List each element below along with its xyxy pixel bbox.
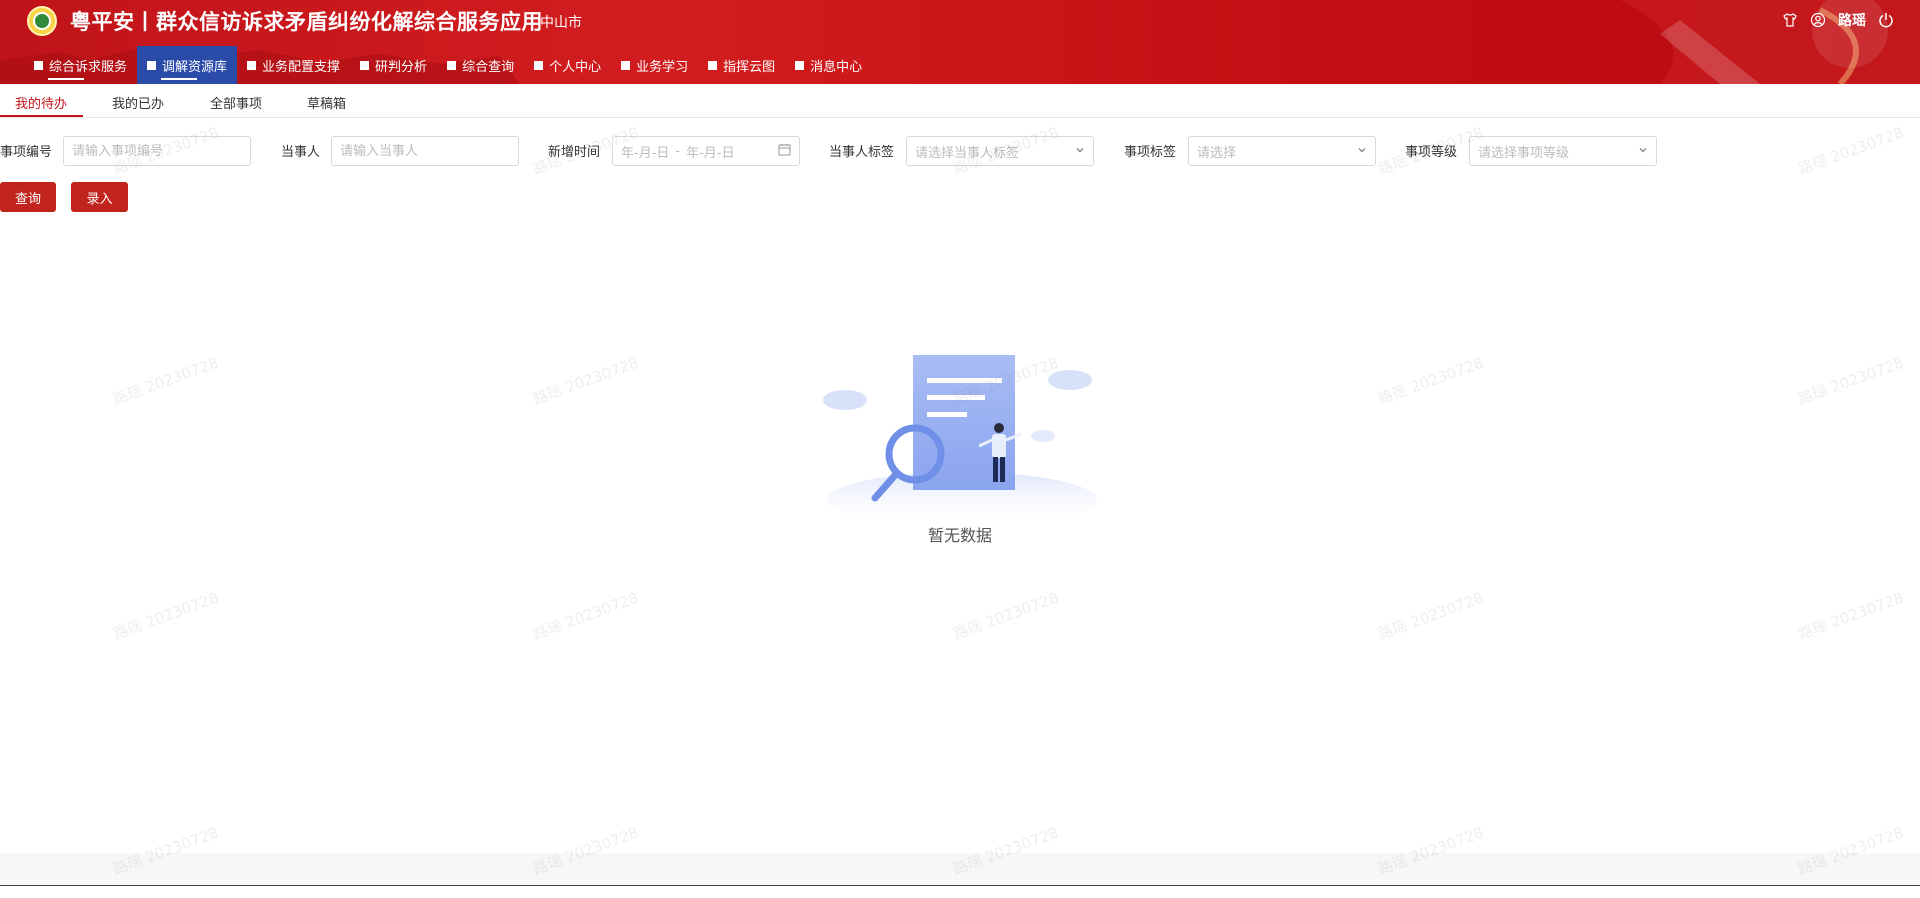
shirt-icon[interactable]	[1782, 12, 1798, 28]
city-label: 中山市	[540, 15, 582, 31]
empty-illustration	[823, 355, 1097, 515]
nav-item-personal-center[interactable]: 个人中心	[524, 46, 611, 84]
chevron-down-icon	[1638, 144, 1648, 159]
nav-item-business-config[interactable]: 业务配置支撑	[237, 46, 350, 84]
query-button[interactable]: 查询	[0, 182, 56, 212]
app-title: 粤平安丨群众信访诉求矛盾纠纷化解综合服务应用	[70, 10, 543, 34]
party-tag-select[interactable]: 请选择当事人标签	[906, 136, 1094, 166]
square-bullet-icon	[534, 60, 544, 70]
square-bullet-icon	[360, 60, 370, 70]
tab-my-todo[interactable]: 我的待办	[15, 93, 67, 112]
item-tag-label: 事项标签	[1124, 145, 1177, 160]
app-header: 粤平安丨群众信访诉求矛盾纠纷化解综合服务应用 中山市 路瑶 综合诉求服务 调解资源…	[0, 0, 1920, 84]
watermark-text: 路瑶 20230728	[1375, 588, 1487, 644]
header-actions: 路瑶	[1782, 10, 1894, 30]
party-tag-label: 当事人标签	[829, 145, 895, 160]
square-bullet-icon	[447, 60, 457, 70]
nav-item-label: 综合查询	[462, 59, 515, 75]
item-no-input[interactable]	[72, 143, 242, 159]
watermark-text: 路瑶 20230728	[110, 353, 222, 409]
nav-item-label: 调解资源库	[162, 59, 228, 75]
calendar-icon[interactable]	[778, 143, 791, 160]
item-no-field[interactable]	[63, 136, 251, 166]
tab-all-items[interactable]: 全部事项	[210, 93, 262, 112]
nav-item-label: 业务配置支撑	[262, 59, 341, 75]
square-bullet-icon	[147, 60, 157, 70]
item-level-placeholder: 请选择事项等级	[1478, 145, 1570, 161]
chevron-down-icon	[1075, 144, 1085, 159]
nav-item-study[interactable]: 业务学习	[611, 46, 698, 84]
active-tab-indicator	[0, 115, 83, 117]
watermark-text: 路瑶 20230728	[1375, 353, 1487, 409]
watermark-text: 路瑶 20230728	[1795, 353, 1907, 409]
item-tag-placeholder: 请选择	[1197, 145, 1237, 161]
nav-item-label: 研判分析	[375, 59, 428, 75]
watermark-text: 路瑶 20230728	[1795, 123, 1907, 179]
tab-drafts[interactable]: 草稿箱	[307, 93, 346, 112]
watermark-text: 路瑶 20230728	[1795, 588, 1907, 644]
main-nav: 综合诉求服务 调解资源库 业务配置支撑 研判分析 综合查询 个人中心 业务学习 指挥云图 消息中…	[24, 46, 872, 84]
power-icon[interactable]	[1878, 12, 1894, 28]
nav-item-label: 综合诉求服务	[49, 59, 128, 75]
nav-item-query[interactable]: 综合查询	[437, 46, 524, 84]
nav-item-mediation-resources[interactable]: 调解资源库	[137, 46, 238, 84]
sub-tabs: 我的待办 我的已办 全部事项 草稿箱	[0, 84, 1920, 118]
item-no-label: 事项编号	[0, 145, 53, 160]
item-level-label: 事项等级	[1405, 145, 1458, 160]
item-tag-select[interactable]: 请选择	[1188, 136, 1376, 166]
party-field[interactable]	[331, 136, 519, 166]
nav-item-complaint-service[interactable]: 综合诉求服务	[24, 46, 137, 84]
nav-item-analysis[interactable]: 研判分析	[350, 46, 437, 84]
date-separator: -	[675, 143, 681, 159]
nav-item-label: 消息中心	[810, 59, 863, 75]
tab-my-done[interactable]: 我的已办	[112, 93, 164, 112]
nav-item-label: 个人中心	[549, 59, 602, 75]
nav-item-label: 指挥云图	[723, 59, 776, 75]
empty-state-text: 暂无数据	[927, 526, 992, 545]
user-name[interactable]: 路瑶	[1838, 10, 1866, 30]
square-bullet-icon	[621, 60, 631, 70]
nav-item-message-center[interactable]: 消息中心	[785, 46, 872, 84]
item-level-select[interactable]: 请选择事项等级	[1469, 136, 1657, 166]
square-bullet-icon	[795, 60, 805, 70]
party-input[interactable]	[340, 143, 510, 159]
nav-item-label: 业务学习	[636, 59, 689, 75]
user-circle-icon[interactable]	[1810, 12, 1826, 28]
party-label: 当事人	[281, 145, 321, 160]
party-tag-placeholder: 请选择当事人标签	[915, 145, 1020, 161]
entry-button[interactable]: 录入	[71, 182, 128, 212]
chevron-down-icon	[1357, 144, 1367, 159]
nav-item-command-map[interactable]: 指挥云图	[698, 46, 785, 84]
end-date-placeholder[interactable]: 年-月-日	[686, 142, 778, 161]
square-bullet-icon	[708, 60, 718, 70]
footer-band	[0, 853, 1920, 885]
add-time-range[interactable]: 年-月-日 - 年-月-日	[612, 136, 800, 166]
watermark-text: 路瑶 20230728	[950, 588, 1062, 644]
watermark-text: 路瑶 20230728	[530, 353, 642, 409]
footer-divider	[0, 885, 1920, 886]
add-time-label: 新增时间	[548, 145, 601, 160]
watermark-text: 路瑶 20230728	[110, 588, 222, 644]
start-date-placeholder[interactable]: 年-月-日	[621, 142, 669, 161]
nav-underline	[161, 78, 198, 80]
square-bullet-icon	[247, 60, 257, 70]
nav-underline	[48, 78, 84, 80]
square-bullet-icon	[34, 60, 43, 70]
watermark-text: 路瑶 20230728	[530, 588, 642, 644]
app-logo	[27, 6, 57, 36]
